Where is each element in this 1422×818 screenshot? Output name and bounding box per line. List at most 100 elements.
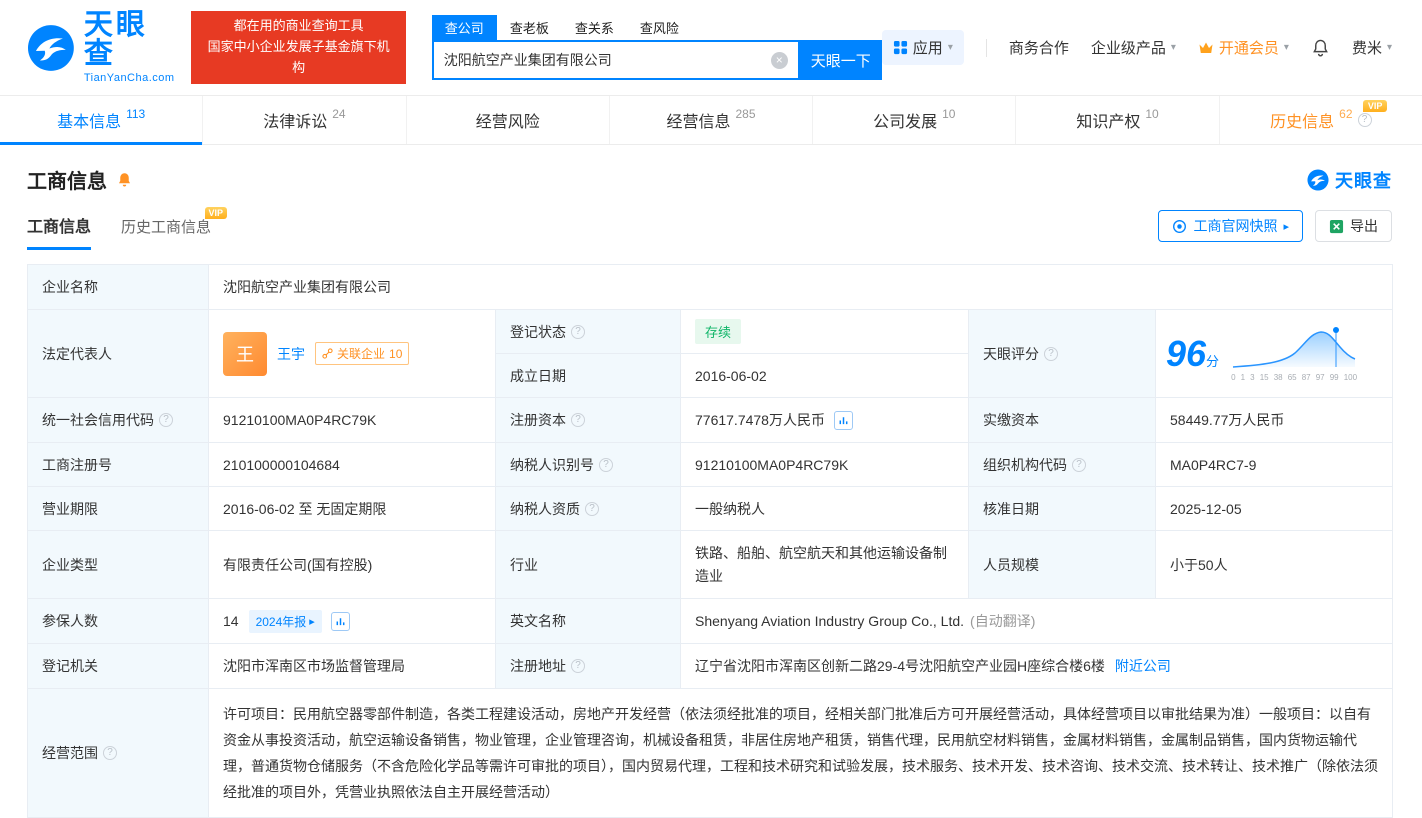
open-vip-menu[interactable]: 开通会员 ▾ — [1198, 37, 1289, 58]
field-label-paid-capital: 实缴资本 — [968, 397, 1156, 443]
tab-company-development-count: 10 — [942, 107, 956, 121]
logo-domain-text: TianYanCha.com — [83, 72, 175, 84]
legal-rep-name-link[interactable]: 王宇 — [277, 344, 305, 364]
annual-report-badge[interactable]: 2024年报 ▸ — [248, 609, 322, 633]
section-title: 工商信息 — [27, 171, 107, 193]
field-value-staff-size: 小于50人 — [1154, 530, 1394, 599]
field-value-company-name: 沈阳航空产业集团有限公司 — [207, 264, 1394, 310]
tab-basic-info-label: 基本信息 — [57, 114, 122, 131]
related-companies-label: 关联企业 — [337, 347, 386, 361]
score-chart: 0 1 3 15 38 65 87 97 99 100 — [1231, 325, 1357, 382]
subscribe-bell-icon[interactable] — [116, 171, 133, 189]
field-label-reg-capital: 注册资本? — [495, 397, 681, 443]
score-curve-chart — [1233, 327, 1356, 368]
subtab-history-business-info[interactable]: VIP 历史工商信息 — [121, 207, 228, 250]
subtab-business-info[interactable]: 工商信息 — [27, 213, 92, 250]
help-icon[interactable]: ? — [571, 413, 585, 427]
field-value-taxpayer-quality: 一般纳税人 — [680, 486, 969, 531]
field-value-org-code: MA0P4RC7-9 — [1154, 442, 1394, 487]
user-menu[interactable]: 费米 ▾ — [1352, 37, 1392, 58]
tab-legal-litigation[interactable]: 法律诉讼 24 — [202, 96, 405, 144]
help-icon[interactable]: ? — [599, 457, 613, 472]
apps-grid-icon — [893, 40, 907, 55]
tab-operating-info-count: 285 — [735, 107, 756, 121]
excel-icon — [1329, 219, 1344, 233]
subtab-history-business-info-label: 历史工商信息 — [121, 219, 212, 236]
arrow-right-icon: ▸ — [309, 615, 315, 628]
caret-down-icon: ▾ — [947, 42, 953, 53]
promo-slogan: 都在用的商业查询工具 国家中小企业发展子基金旗下机构 — [191, 11, 406, 84]
tab-operating-info[interactable]: 经营信息 285 — [608, 96, 812, 144]
related-companies-count: 10 — [389, 346, 403, 361]
tab-history-info[interactable]: VIP 历史信息 62 ? — [1218, 96, 1422, 144]
field-value-approval-date: 2025-12-05 — [1154, 486, 1394, 531]
username: 费米 — [1351, 40, 1382, 57]
tab-intellectual-property[interactable]: 知识产权 10 — [1015, 96, 1218, 144]
help-icon[interactable]: ? — [1357, 113, 1372, 127]
help-icon[interactable]: ? — [1072, 457, 1086, 472]
field-label-address: 注册地址? — [495, 643, 681, 689]
insured-trend-icon[interactable] — [330, 612, 350, 632]
search-tab-risk[interactable]: 查风险 — [627, 15, 692, 40]
tab-basic-info[interactable]: 基本信息 113 — [0, 96, 203, 145]
capital-structure-icon[interactable] — [833, 411, 853, 431]
search-tab-boss[interactable]: 查老板 — [497, 15, 562, 40]
field-label-taxpayer-quality: 纳税人资质? — [495, 486, 681, 531]
field-value-credit-code: 91210100MA0P4RC79K — [208, 397, 496, 443]
official-snapshot-button[interactable]: 工商官网快照 ▸ — [1158, 210, 1303, 242]
tab-history-info-label: 历史信息 — [1270, 114, 1335, 131]
arrow-right-icon: ▸ — [1283, 220, 1289, 233]
nearby-companies-link[interactable]: 附近公司 — [1115, 658, 1171, 674]
legal-rep-avatar[interactable]: 王 — [223, 331, 267, 376]
business-info-table: 企业名称 沈阳航空产业集团有限公司 法定代表人 王 王宇 关联企业 10 登记状… — [27, 264, 1394, 818]
search-tab-relation[interactable]: 查关系 — [562, 15, 627, 40]
search-tab-company[interactable]: 查公司 — [431, 15, 497, 40]
help-icon[interactable]: ? — [571, 324, 585, 339]
help-icon[interactable]: ? — [1044, 346, 1058, 361]
field-value-reg-authority: 沈阳市浑南区市场监督管理局 — [208, 643, 496, 689]
tab-legal-litigation-label: 法律诉讼 — [263, 114, 328, 131]
field-value-paid-capital: 58449.77万人民币 — [1154, 397, 1394, 443]
help-icon[interactable]: ? — [159, 413, 173, 427]
field-value-establish-date: 2016-06-02 — [680, 353, 969, 398]
relation-graph-icon — [322, 348, 333, 359]
field-value-reg-status: 存续 — [680, 309, 969, 354]
auto-translate-note: (自动翻译) — [970, 613, 1036, 629]
enterprise-menu[interactable]: 企业级产品 ▾ — [1091, 37, 1176, 58]
top-bar: 天眼查 TianYanCha.com 都在用的商业查询工具 国家中小企业发展子基… — [0, 0, 1422, 95]
open-vip-label: 开通会员 — [1218, 40, 1279, 57]
field-value-business-scope: 许可项目：民用航空器零部件制造，各类工程建设活动，房地产开发经营（依法须经批准的… — [207, 688, 1394, 818]
score-unit: 分 — [1206, 353, 1220, 369]
field-value-industry: 铁路、船舶、航空航天和其他运输设备制造业 — [680, 530, 969, 599]
field-value-english-name: Shenyang Aviation Industry Group Co., Lt… — [679, 598, 1394, 644]
status-badge: 存续 — [695, 319, 742, 344]
help-icon[interactable]: ? — [585, 501, 599, 516]
notification-bell-icon[interactable] — [1311, 38, 1330, 58]
field-label-score: 天眼评分? — [968, 309, 1156, 398]
search-input[interactable] — [443, 52, 771, 68]
tab-operating-risk[interactable]: 经营风险 — [405, 96, 609, 144]
official-snapshot-label: 工商官网快照 — [1193, 218, 1278, 234]
tianyancha-logo[interactable]: 天眼查 TianYanCha.com — [27, 11, 179, 84]
help-icon[interactable]: ? — [103, 746, 117, 760]
field-label-reg-number: 工商注册号 — [27, 442, 209, 487]
tab-company-development[interactable]: 公司发展 10 — [812, 96, 1015, 144]
export-button[interactable]: 导出 — [1315, 210, 1392, 242]
search-button[interactable]: 天眼一下 — [799, 40, 882, 80]
field-value-insured-count: 14 2024年报 ▸ — [208, 598, 496, 644]
vip-badge: VIP — [204, 207, 228, 219]
score-value: 96 — [1166, 332, 1207, 374]
clear-search-icon[interactable]: × — [770, 51, 788, 69]
reg-capital-text: 77617.7478万人民币 — [695, 411, 825, 428]
cooperation-menu[interactable]: 商务合作 — [1009, 37, 1069, 58]
english-name-text: Shenyang Aviation Industry Group Co., Lt… — [695, 613, 965, 629]
field-value-score[interactable]: 96分 0 1 3 15 38 65 87 97 99 100 — [1154, 309, 1394, 398]
apps-menu[interactable]: 应用 ▾ — [881, 30, 964, 65]
field-value-legal-rep: 王 王宇 关联企业 10 — [208, 309, 496, 398]
subtab-bar: 工商信息 VIP 历史工商信息 工商官网快照 ▸ 导出 — [27, 207, 1392, 250]
tab-company-development-label: 公司发展 — [873, 114, 938, 131]
field-label-reg-status: 登记状态? — [495, 309, 681, 354]
related-companies-tag[interactable]: 关联企业 10 — [315, 342, 410, 365]
help-icon[interactable]: ? — [571, 659, 585, 673]
score-axis-labels: 0 1 3 15 38 65 87 97 99 100 — [1231, 373, 1358, 382]
